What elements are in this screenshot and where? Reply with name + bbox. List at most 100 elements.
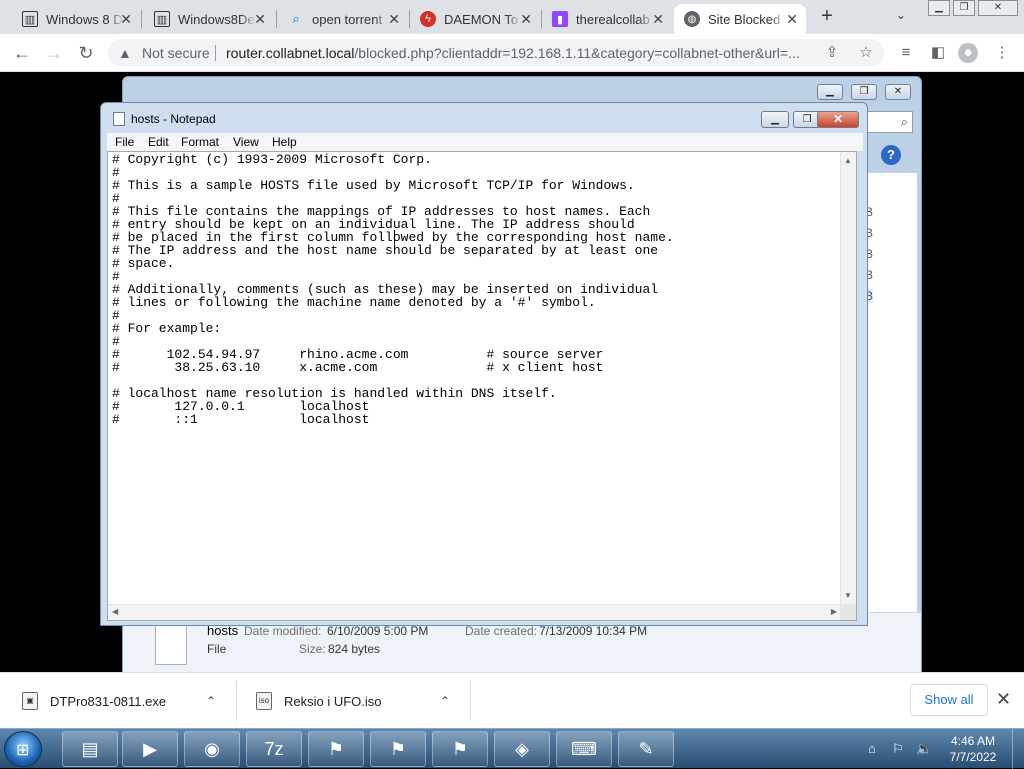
address-bar[interactable]: ▲ Not secure router.collabnet.local/bloc… (108, 39, 884, 67)
tab-twitch[interactable]: ▮ therealcollab ✕ (542, 4, 672, 34)
divider (470, 681, 471, 721)
show-desktop-button[interactable] (1012, 729, 1024, 769)
text-cursor (394, 230, 395, 244)
action-center-flag-icon[interactable]: ⚐ (892, 741, 904, 757)
explorer-taskbar-icon[interactable]: ▤ (62, 731, 118, 767)
warning-icon[interactable]: ▲ (118, 39, 132, 67)
tab-separator (276, 10, 277, 28)
share-icon[interactable]: ⇪ (822, 43, 842, 63)
tab-open-torrent[interactable]: ⌕ open torrent ✕ (278, 4, 408, 34)
menu-format[interactable]: Format (181, 135, 219, 149)
notepad-title-bar[interactable]: hosts - Notepad ▁ ❐ ✕ (101, 103, 867, 133)
start-button[interactable]: ⊞ (4, 731, 42, 767)
bookmark-star-icon[interactable]: ☆ (856, 43, 876, 63)
scroll-down-arrow-icon[interactable]: ▼ (844, 591, 852, 600)
tab-title: open torrent (312, 11, 383, 27)
date-created-value: 7/13/2009 10:34 PM (539, 624, 648, 638)
globe-icon: ◍ (684, 11, 700, 27)
new-tab-button[interactable]: + (816, 6, 838, 28)
download-item[interactable]: iso Reksio i UFO.iso ⌃ (256, 673, 468, 729)
network-tool-taskbar-icon[interactable]: ⌨ (556, 731, 612, 767)
chevron-down-icon[interactable]: ⌄ (896, 8, 906, 22)
taskbar: ⊞ ▤ ▶ ◉ 7z ⚑ ⚑ ⚑ ◈ ⌨ ✎ ⌂ ⚐ 🔈 4:46 AM 7/7… (0, 728, 1024, 769)
close-window-button[interactable]: ✕ (978, 0, 1018, 16)
close-icon[interactable]: ✕ (996, 689, 1011, 710)
tab-windows8-d[interactable]: ▥ Windows 8 D ✕ (12, 4, 140, 34)
menu-edit[interactable]: Edit (148, 135, 169, 149)
window-title: hosts - Notepad (131, 112, 216, 126)
vertical-scrollbar[interactable]: ▲ ▼ (840, 152, 856, 604)
chevron-up-icon[interactable]: ⌃ (440, 694, 450, 708)
date-modified-label: Date modified: (244, 624, 322, 638)
close-icon[interactable]: ✕ (120, 11, 132, 28)
chevron-up-icon[interactable]: ⌃ (206, 694, 216, 708)
minimize-button[interactable]: ▁ (817, 84, 843, 100)
size-label: Size: (299, 642, 326, 656)
url-text[interactable]: router.collabnet.local/blocked.php?clien… (226, 39, 800, 67)
exe-file-icon: ▣ (22, 692, 38, 710)
text-editor-area[interactable]: # Copyright (c) 1993-2009 Microsoft Corp… (107, 151, 857, 621)
scroll-right-arrow-icon[interactable]: ▶ (831, 607, 837, 616)
download-name: Reksio i UFO.iso (284, 693, 382, 709)
archive-icon: ▥ (154, 11, 170, 27)
url-path: /blocked.php?clientaddr=192.168.1.11&cat… (354, 45, 800, 61)
restore-button[interactable]: ❐ (953, 0, 975, 16)
side-panel-icon[interactable]: ◧ (928, 43, 948, 63)
menu-help[interactable]: Help (272, 135, 297, 149)
windows-flag-taskbar-icon[interactable]: ⚑ (308, 731, 364, 767)
back-button[interactable]: ← (10, 41, 34, 65)
tab-windows8de[interactable]: ▥ Windows8De ✕ (144, 4, 274, 34)
help-icon[interactable]: ? (881, 145, 901, 165)
windows-flag-taskbar-icon[interactable]: ⚑ (370, 731, 426, 767)
windows-flag-taskbar-icon[interactable]: ⚑ (432, 731, 488, 767)
chrome-taskbar-icon[interactable]: ◉ (184, 731, 240, 767)
tab-title: therealcollab (576, 11, 650, 27)
close-button[interactable]: ✕ (817, 111, 859, 128)
file-icon (155, 625, 187, 665)
divider (236, 681, 237, 721)
notepad-taskbar-icon[interactable]: ✎ (618, 731, 674, 767)
virtual-drive-taskbar-icon[interactable]: ◈ (494, 731, 550, 767)
scroll-up-arrow-icon[interactable]: ▲ (844, 156, 852, 165)
minimize-button[interactable]: ▁ (761, 111, 789, 128)
security-label[interactable]: Not secure (142, 39, 210, 67)
media-queue-icon[interactable]: ≡ (896, 43, 916, 63)
tab-site-blocked[interactable]: ◍ Site Blocked ✕ (674, 4, 806, 34)
7zip-taskbar-icon[interactable]: 7z (246, 731, 302, 767)
download-item[interactable]: ▣ DTPro831-0811.exe ⌃ (22, 673, 234, 729)
url-host: router.collabnet.local (226, 45, 355, 61)
menu-view[interactable]: View (233, 135, 259, 149)
downloads-shelf: ▣ DTPro831-0811.exe ⌃ iso Reksio i UFO.i… (0, 672, 1024, 728)
menu-kebab-icon[interactable]: ⋮ (992, 43, 1012, 63)
tab-daemon-tools[interactable]: ϟ DAEMON To ✕ (410, 4, 540, 34)
date-created-label: Date created: (465, 624, 538, 638)
search-input[interactable]: ⌕ (863, 111, 913, 133)
close-icon[interactable]: ✕ (388, 11, 400, 28)
volume-icon[interactable]: 🔈 (916, 741, 932, 757)
windows-logo-icon: ⊞ (16, 742, 30, 759)
file-content[interactable]: # Copyright (c) 1993-2009 Microsoft Corp… (112, 153, 842, 599)
date-modified-value: 6/10/2009 5:00 PM (327, 624, 429, 638)
maximize-button[interactable]: ❐ (851, 84, 877, 100)
clock-time: 4:46 AM (950, 734, 996, 748)
twitch-icon: ▮ (552, 11, 568, 27)
minimize-button[interactable]: ▁ (928, 0, 950, 16)
network-icon[interactable]: ⌂ (868, 741, 876, 756)
show-all-button[interactable]: Show all (910, 684, 988, 716)
notepad-window: hosts - Notepad ▁ ❐ ✕ File Edit Format V… (100, 102, 868, 626)
close-button[interactable]: ✕ (885, 84, 911, 100)
tab-separator (141, 10, 142, 28)
close-icon[interactable]: ✕ (652, 11, 664, 28)
reload-button[interactable]: ↻ (74, 41, 98, 65)
close-icon[interactable]: ✕ (786, 11, 798, 28)
clock[interactable]: 4:46 AM 7/7/2022 (942, 733, 1004, 765)
forward-button[interactable]: → (42, 41, 66, 65)
scroll-left-arrow-icon[interactable]: ◀ (112, 607, 118, 616)
close-icon[interactable]: ✕ (254, 11, 266, 28)
horizontal-scrollbar[interactable]: ◀ ▶ (108, 604, 841, 620)
media-player-taskbar-icon[interactable]: ▶ (122, 731, 178, 767)
menu-file[interactable]: File (115, 135, 134, 149)
menu-bar: File Edit Format View Help (107, 133, 863, 151)
close-icon[interactable]: ✕ (520, 11, 532, 28)
profile-avatar-icon[interactable]: ● (958, 43, 978, 63)
